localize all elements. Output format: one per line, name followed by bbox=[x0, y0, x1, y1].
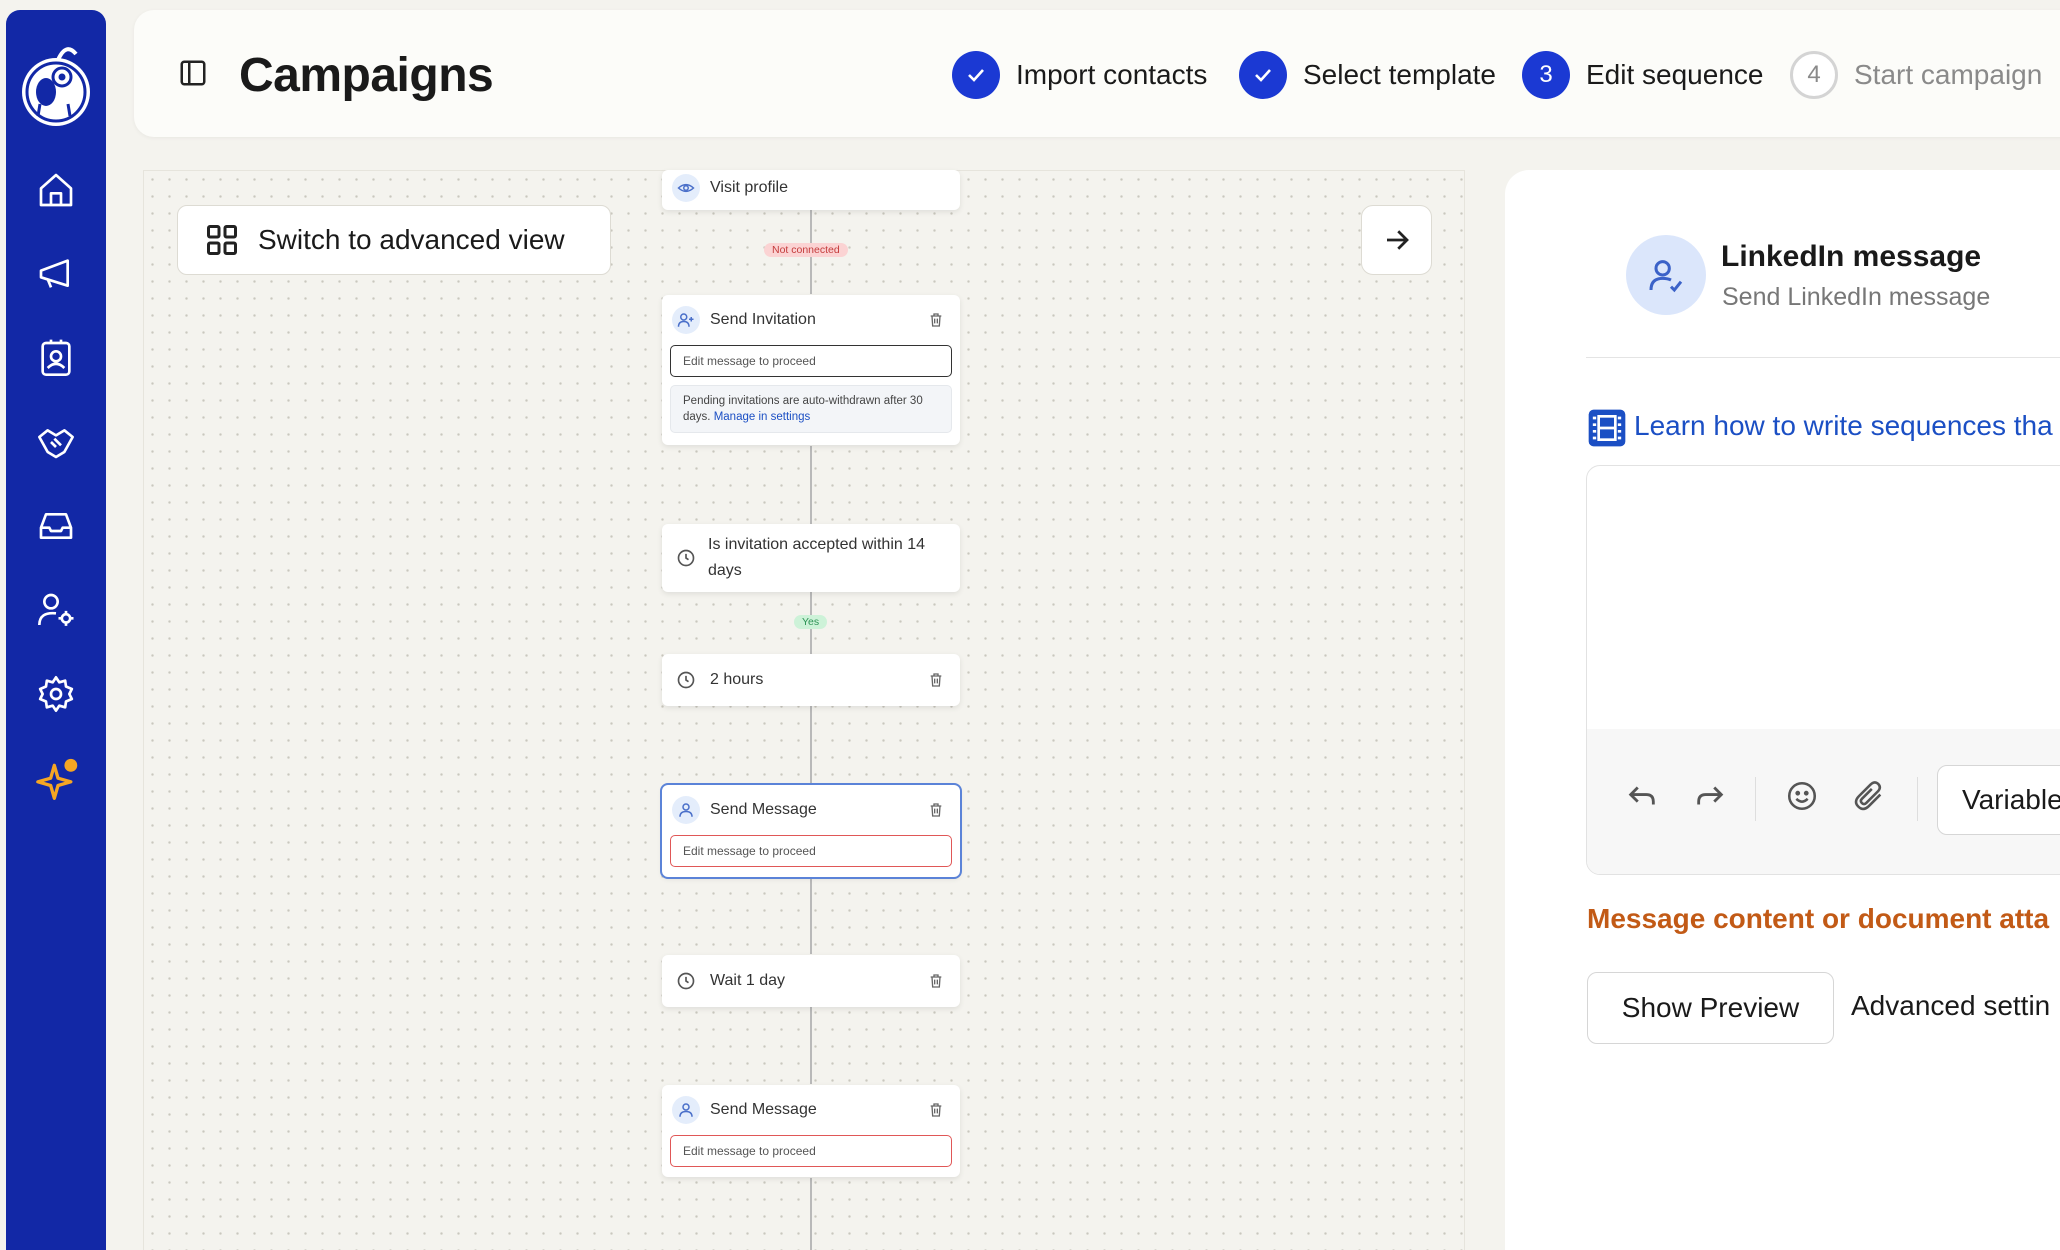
node-header: Send Message bbox=[662, 785, 960, 835]
connector-line bbox=[810, 706, 812, 784]
yes-tag: Yes bbox=[794, 615, 828, 629]
node-title: Is invitation accepted within 14 days bbox=[708, 536, 926, 579]
switch-advanced-view-label: Switch to advanced view bbox=[258, 224, 565, 255]
clock-icon bbox=[672, 666, 700, 694]
settings-icon[interactable] bbox=[36, 674, 76, 714]
toolbar-separator bbox=[1755, 777, 1756, 821]
step-label: Select template bbox=[1303, 59, 1496, 90]
node-condition[interactable]: Is invitation accepted within 14 days bbox=[662, 524, 960, 592]
grid-icon bbox=[207, 225, 237, 255]
clock-icon bbox=[672, 544, 700, 572]
connector-line bbox=[810, 1006, 812, 1084]
user-icon bbox=[672, 1096, 700, 1124]
node-header: Is invitation accepted within 14 days bbox=[662, 524, 960, 592]
sidebar bbox=[6, 10, 106, 1250]
step-edit-sequence[interactable]: 3 Edit sequence bbox=[1522, 50, 1763, 100]
node-header: Wait 1 day bbox=[662, 955, 960, 1007]
manage-settings-link[interactable]: Manage in settings bbox=[714, 411, 811, 423]
arrow-right-icon bbox=[1386, 230, 1409, 250]
handshake-icon[interactable] bbox=[36, 422, 76, 462]
sidebar-toggle-icon[interactable] bbox=[178, 58, 208, 88]
user-plus-icon bbox=[672, 306, 700, 334]
step-start-campaign[interactable]: 4 Start campaign bbox=[1790, 50, 2042, 100]
sparkles-icon[interactable] bbox=[36, 758, 78, 800]
trash-icon[interactable] bbox=[928, 973, 944, 989]
arrow-right-button[interactable] bbox=[1361, 205, 1432, 275]
inbox-icon[interactable] bbox=[36, 506, 76, 546]
node-header: 2 hours bbox=[662, 654, 960, 706]
toolbar-separator bbox=[1917, 777, 1918, 821]
node-title: 2 hours bbox=[710, 671, 764, 688]
node-send-message-selected[interactable]: Send Message Edit message to proceed bbox=[660, 783, 962, 879]
node-header: Send Message bbox=[662, 1085, 960, 1135]
node-title: Send Message bbox=[710, 801, 817, 818]
node-send-invitation[interactable]: Send Invitation Edit message to proceed … bbox=[662, 295, 960, 445]
step-number: 4 bbox=[1790, 51, 1838, 99]
check-icon bbox=[952, 51, 1000, 99]
editor-toolbar: Variable bbox=[1587, 729, 2060, 874]
node-title: Send Invitation bbox=[710, 311, 816, 328]
message-editor[interactable]: Variable bbox=[1586, 465, 2060, 875]
panel-subtitle: Send LinkedIn message bbox=[1722, 283, 1991, 311]
connector-line bbox=[810, 1178, 812, 1250]
trash-icon[interactable] bbox=[928, 672, 944, 688]
step-select-template[interactable]: Select template bbox=[1239, 50, 1496, 100]
step-label: Start campaign bbox=[1854, 59, 2043, 90]
emoji-icon[interactable] bbox=[1785, 779, 1819, 813]
node-send-message[interactable]: Send Message Edit message to proceed bbox=[662, 1085, 960, 1177]
switch-advanced-view-button[interactable]: Switch to advanced view bbox=[177, 205, 611, 275]
top-header: Campaigns Import contacts Select templat… bbox=[134, 10, 2060, 137]
not-connected-tag: Not connected bbox=[764, 243, 848, 257]
node-visit-profile[interactable]: Visit profile bbox=[662, 170, 960, 210]
clock-icon bbox=[672, 967, 700, 995]
learn-sequences-link[interactable]: Learn how to write sequences tha bbox=[1634, 410, 2053, 442]
film-icon bbox=[1587, 408, 1627, 448]
paperclip-icon[interactable] bbox=[1852, 779, 1886, 813]
step-number: 3 bbox=[1522, 51, 1570, 99]
step-import-contacts[interactable]: Import contacts bbox=[952, 50, 1207, 100]
invitation-note: Pending invitations are auto-withdrawn a… bbox=[670, 385, 952, 433]
node-title: Send Message bbox=[710, 1101, 817, 1118]
megaphone-icon[interactable] bbox=[36, 254, 76, 294]
connector-line bbox=[810, 878, 812, 954]
eye-icon bbox=[672, 174, 700, 202]
trash-icon[interactable] bbox=[928, 312, 944, 328]
show-preview-button[interactable]: Show Preview bbox=[1587, 972, 1834, 1044]
user-icon bbox=[672, 796, 700, 824]
step-label: Edit sequence bbox=[1586, 59, 1764, 90]
validation-error: Message content or document atta bbox=[1587, 903, 2050, 934]
variable-button[interactable]: Variable bbox=[1937, 765, 2060, 835]
advanced-settings-button[interactable]: Advanced settin bbox=[1851, 990, 2050, 1022]
node-header: Visit profile bbox=[662, 170, 960, 206]
page-title: Campaigns bbox=[239, 49, 494, 102]
contacts-icon[interactable] bbox=[36, 338, 76, 378]
trash-icon[interactable] bbox=[928, 1102, 944, 1118]
message-input[interactable]: Edit message to proceed bbox=[670, 1135, 952, 1167]
user-check-icon bbox=[1626, 235, 1706, 315]
redo-icon[interactable] bbox=[1693, 779, 1727, 813]
divider bbox=[1586, 357, 2060, 358]
connector-line bbox=[810, 446, 812, 524]
node-wait[interactable]: Wait 1 day bbox=[662, 955, 960, 1007]
node-title: Wait 1 day bbox=[710, 972, 785, 989]
check-icon bbox=[1239, 51, 1287, 99]
logo-icon[interactable] bbox=[18, 30, 94, 130]
node-delay[interactable]: 2 hours bbox=[662, 654, 960, 706]
step-label: Import contacts bbox=[1016, 59, 1208, 90]
node-title: Visit profile bbox=[710, 179, 788, 196]
user-settings-icon[interactable] bbox=[36, 590, 76, 630]
node-header: Send Invitation bbox=[662, 295, 960, 345]
message-input[interactable]: Edit message to proceed bbox=[670, 835, 952, 867]
undo-icon[interactable] bbox=[1625, 779, 1659, 813]
invitation-message-input[interactable]: Edit message to proceed bbox=[670, 345, 952, 377]
home-icon[interactable] bbox=[36, 170, 76, 210]
panel-title: LinkedIn message bbox=[1721, 240, 1982, 273]
trash-icon[interactable] bbox=[928, 802, 944, 818]
